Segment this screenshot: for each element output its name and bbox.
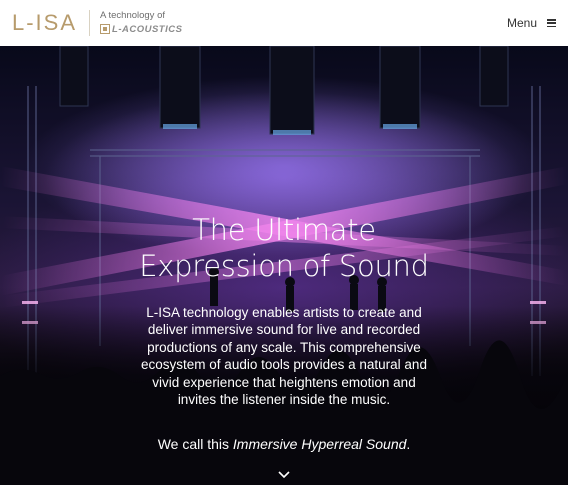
hero-description: L-ISA technology enables artists to crea… (141, 305, 427, 408)
menu-button[interactable]: Menu (507, 16, 556, 30)
hero-content: The Ultimate Expression of Sound L-ISA t… (0, 46, 568, 485)
hero-title-line2: Expression of Sound (139, 249, 429, 283)
tagline-suffix: . (406, 436, 411, 452)
chevron-down-icon[interactable] (278, 471, 290, 479)
site-header: L-ISA A technology of L-ACOUSTICS Menu (0, 0, 568, 46)
hero-section: The Ultimate Expression of Sound L-ISA t… (0, 46, 568, 485)
hero-tagline: We call this Immersive Hyperreal Sound. (0, 436, 568, 452)
l-acoustics-mark-icon (100, 24, 111, 35)
tagline-emphasis: Immersive Hyperreal Sound (232, 436, 407, 452)
hamburger-icon (547, 19, 556, 27)
menu-label: Menu (506, 16, 537, 30)
tech-caption: A technology of (100, 10, 165, 22)
hero-title: The Ultimate Expression of Sound (0, 212, 568, 284)
tagline-prefix: We call this (157, 436, 233, 452)
technology-credit: A technology of L-ACOUSTICS (100, 10, 182, 35)
hero-title-line1: The Ultimate (192, 213, 376, 247)
l-acoustics-logo[interactable]: L-ACOUSTICS (112, 24, 182, 35)
brand-line: L-ACOUSTICS (100, 24, 182, 35)
logo-divider (89, 10, 91, 36)
lisa-logo[interactable]: L-ISA (12, 12, 77, 34)
